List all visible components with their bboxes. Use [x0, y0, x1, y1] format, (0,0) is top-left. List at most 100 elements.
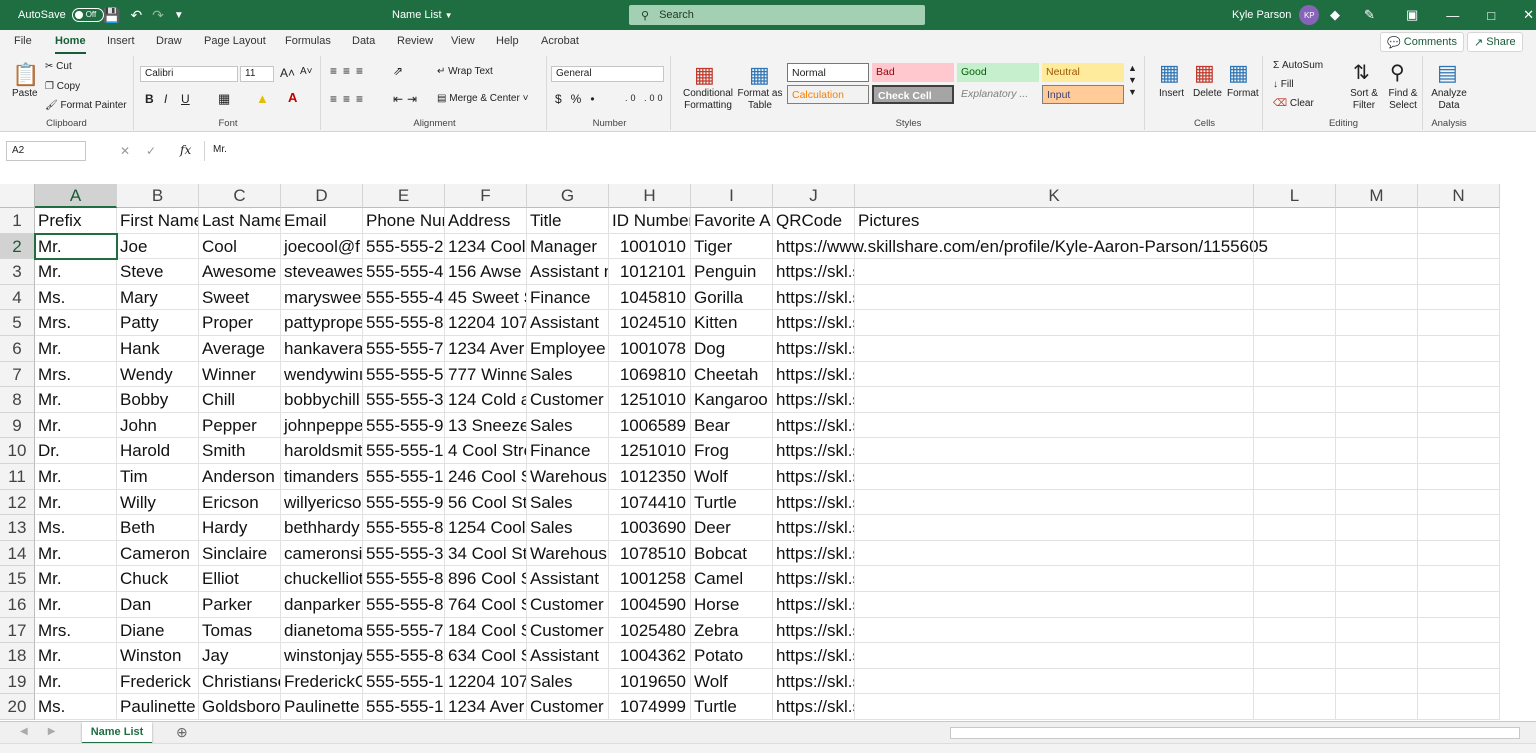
- header-cell[interactable]: Last Name: [199, 208, 281, 234]
- table-cell[interactable]: https://skl.sh/3dp2c3J: [773, 515, 855, 541]
- table-cell[interactable]: https://skl.sh/3tPitDL: [773, 617, 855, 644]
- row-header[interactable]: 11: [0, 464, 35, 490]
- tab-review[interactable]: Review: [397, 35, 433, 47]
- table-cell[interactable]: Winner: [199, 361, 281, 388]
- table-cell[interactable]: [1418, 284, 1500, 311]
- tab-acrobat[interactable]: Acrobat: [541, 35, 579, 47]
- table-cell[interactable]: Mrs.: [35, 617, 117, 644]
- table-cell[interactable]: Paulinette: [281, 694, 363, 720]
- formula-buttons[interactable]: ✕✓: [120, 144, 172, 158]
- fill-button[interactable]: ↓ Fill: [1273, 79, 1294, 90]
- column-header-m[interactable]: M: [1336, 184, 1418, 208]
- table-cell[interactable]: Ms.: [35, 694, 117, 720]
- table-cell[interactable]: 1004362: [609, 643, 691, 669]
- header-cell[interactable]: [1254, 208, 1336, 234]
- table-cell[interactable]: Frederick: [117, 668, 199, 695]
- tab-home[interactable]: Home: [55, 35, 86, 54]
- table-cell[interactable]: https://skl.sh/3gHslMv: [773, 643, 855, 669]
- table-cell[interactable]: https://skl.sh/3xsnvIB: [773, 489, 855, 516]
- delete-cells-icon[interactable]: ▦: [1194, 60, 1215, 86]
- worksheet-grid[interactable]: ABCDEFGHIJKLMN 1 Prefix First Name Last Nam…: [0, 184, 1536, 721]
- table-cell[interactable]: Wolf: [691, 668, 773, 695]
- table-cell[interactable]: https://skl.sh/3SoEIdB: [773, 566, 855, 592]
- table-cell[interactable]: joecool@f: [281, 233, 363, 260]
- row-header[interactable]: 19: [0, 668, 35, 695]
- table-cell[interactable]: [855, 464, 1254, 490]
- merge-center-button[interactable]: ▤ Merge & Center ˅: [437, 93, 528, 104]
- table-cell[interactable]: bobbychill: [281, 387, 363, 413]
- table-cell[interactable]: Assistant: [527, 566, 609, 592]
- analyze-data-button[interactable]: Analyze Data: [1429, 88, 1469, 112]
- row-header[interactable]: 9: [0, 412, 35, 439]
- undo-icon[interactable]: ↶: [130, 7, 142, 24]
- table-cell[interactable]: [1418, 515, 1500, 541]
- table-cell[interactable]: [1336, 566, 1418, 592]
- sort-filter-button[interactable]: Sort & Filter: [1347, 88, 1381, 112]
- save-icon[interactable]: 💾: [103, 7, 120, 24]
- sort-filter-icon[interactable]: ⇅: [1353, 60, 1370, 85]
- table-cell[interactable]: [1418, 540, 1500, 567]
- tab-file[interactable]: File: [14, 35, 32, 47]
- table-cell[interactable]: 555-555-3: [363, 540, 445, 567]
- table-cell[interactable]: marysweet: [281, 284, 363, 311]
- find-icon[interactable]: ⚲: [1390, 60, 1405, 85]
- format-painter-button[interactable]: 🖌 Format Painter: [45, 100, 127, 111]
- number-format-icons[interactable]: $%•: [555, 92, 604, 106]
- table-cell[interactable]: Potato: [691, 643, 773, 669]
- search-box[interactable]: ⚲ Search: [629, 5, 925, 25]
- sheet-nav-icons[interactable]: ◀▶: [20, 726, 75, 737]
- column-header-e[interactable]: E: [363, 184, 445, 208]
- table-cell[interactable]: https://skl.sh/3xsnvIB: [773, 259, 855, 285]
- table-cell[interactable]: 1074999: [609, 694, 691, 720]
- increase-font-icon[interactable]: A˄: [280, 66, 295, 80]
- orientation-icon[interactable]: ⇗: [393, 64, 403, 78]
- table-cell[interactable]: Sweet: [199, 284, 281, 311]
- table-cell[interactable]: [855, 336, 1254, 362]
- table-cell[interactable]: 1012101: [609, 259, 691, 285]
- table-cell[interactable]: 555-555-3: [363, 387, 445, 413]
- table-cell[interactable]: [1254, 412, 1336, 439]
- insert-cells-button[interactable]: Insert: [1159, 88, 1184, 99]
- table-cell[interactable]: [1418, 259, 1500, 285]
- table-cell[interactable]: 246 Cool S: [445, 464, 527, 490]
- maximize-icon[interactable]: □: [1487, 8, 1495, 23]
- table-cell[interactable]: Chuck: [117, 566, 199, 592]
- column-header-a[interactable]: A: [35, 184, 117, 208]
- table-cell[interactable]: Frog: [691, 438, 773, 464]
- column-header-k[interactable]: K: [855, 184, 1254, 208]
- table-cell[interactable]: https://skl.sh/3ESCxeO: [773, 438, 855, 464]
- column-header-c[interactable]: C: [199, 184, 281, 208]
- table-cell[interactable]: 4 Cool Stre: [445, 438, 527, 464]
- table-cell[interactable]: Assistant: [527, 643, 609, 669]
- table-cell[interactable]: 1078510: [609, 540, 691, 567]
- column-header-n[interactable]: N: [1418, 184, 1500, 208]
- header-cell[interactable]: [1418, 208, 1500, 234]
- number-format-select[interactable]: General: [551, 66, 664, 82]
- table-cell[interactable]: Cool: [199, 233, 281, 260]
- tab-insert[interactable]: Insert: [107, 35, 135, 47]
- table-cell[interactable]: 1019650: [609, 668, 691, 695]
- style-neutral[interactable]: Neutral: [1042, 63, 1124, 82]
- table-cell[interactable]: 555-555-4: [363, 259, 445, 285]
- find-select-button[interactable]: Find & Select: [1385, 88, 1421, 112]
- table-cell[interactable]: steveawes: [281, 259, 363, 285]
- table-cell[interactable]: [1336, 668, 1418, 695]
- column-header-j[interactable]: J: [773, 184, 855, 208]
- indent-icons[interactable]: ⇤⇥: [393, 92, 421, 106]
- decimal-icons[interactable]: .0 .00: [625, 93, 666, 103]
- tab-view[interactable]: View: [451, 35, 475, 47]
- table-cell[interactable]: Proper: [199, 310, 281, 336]
- table-cell[interactable]: Joe: [117, 233, 199, 260]
- table-cell[interactable]: winstonjay: [281, 643, 363, 669]
- table-cell[interactable]: Mr.: [35, 489, 117, 516]
- table-cell[interactable]: [1254, 540, 1336, 567]
- header-cell[interactable]: [1336, 208, 1418, 234]
- decrease-font-icon[interactable]: A˅: [300, 66, 313, 77]
- table-cell[interactable]: 555-555-2: [363, 233, 445, 260]
- table-cell[interactable]: [1418, 617, 1500, 644]
- tab-formulas[interactable]: Formulas: [285, 35, 331, 47]
- avatar[interactable]: KP: [1299, 5, 1320, 25]
- header-cell[interactable]: ID Number: [609, 208, 691, 234]
- table-cell[interactable]: haroldsmit: [281, 438, 363, 464]
- table-cell[interactable]: Jay: [199, 643, 281, 669]
